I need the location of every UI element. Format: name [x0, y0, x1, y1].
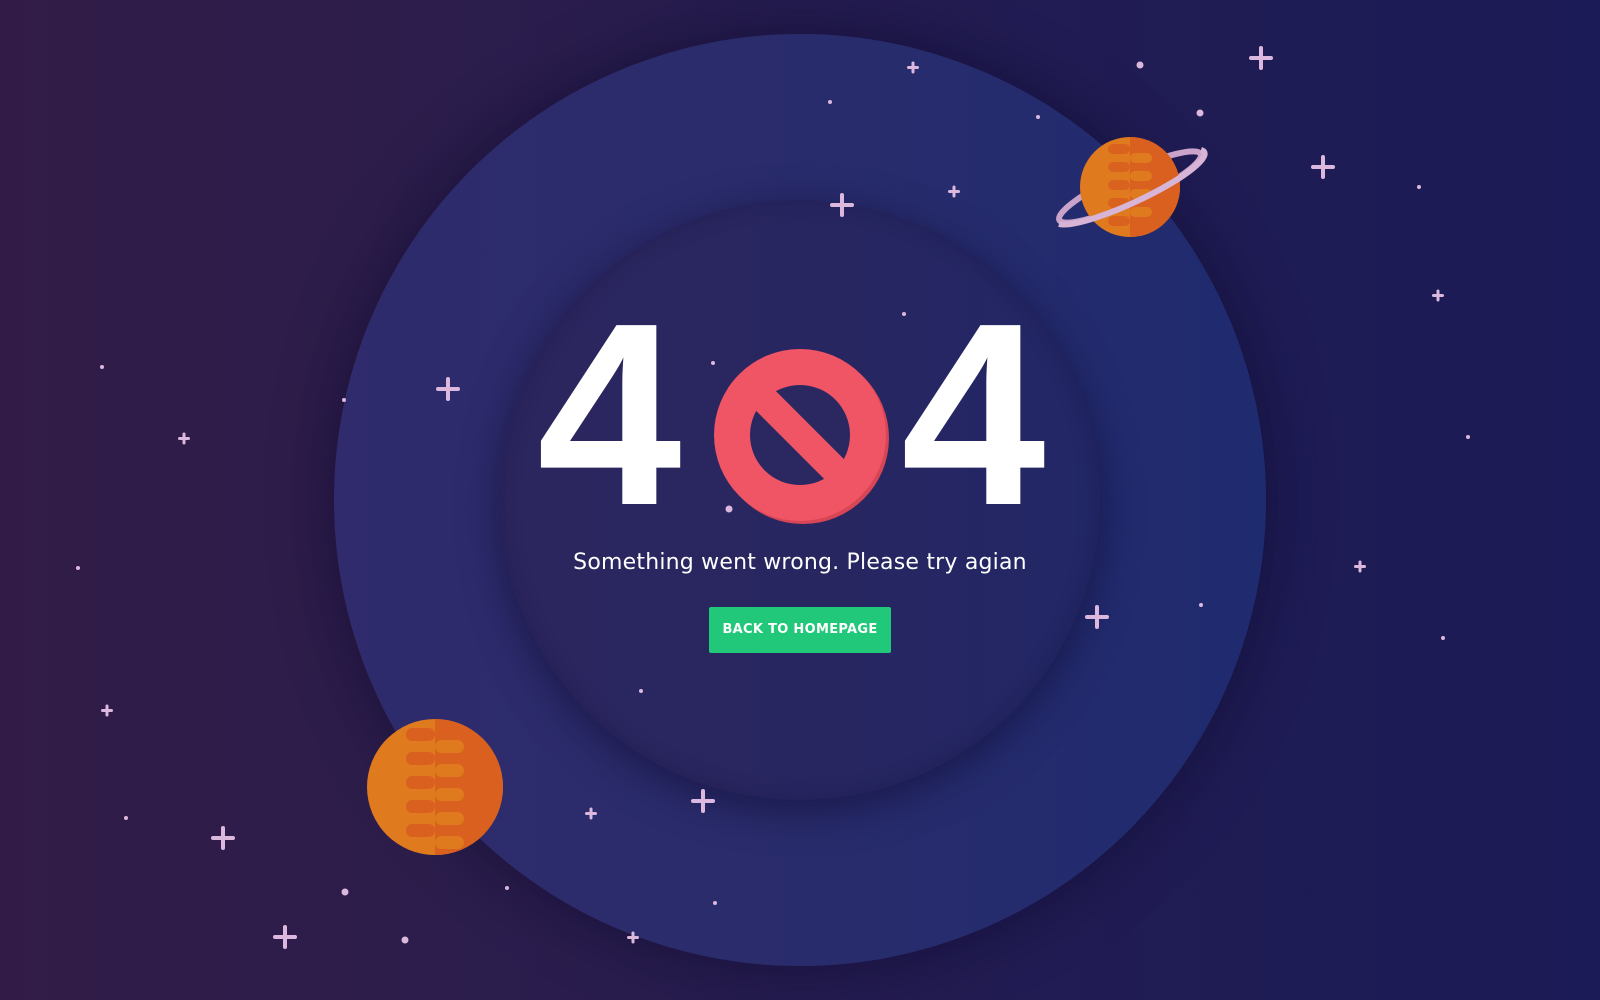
- sparkle-star-icon: [273, 925, 297, 949]
- error-digit-right: 4: [901, 270, 1046, 560]
- sparkle-star-icon: [178, 432, 190, 445]
- planet-icon: [367, 719, 503, 855]
- sparkle-star-icon: [101, 704, 113, 717]
- sparkle-star-icon: [1249, 46, 1273, 70]
- sparkle-star-icon: [211, 826, 235, 850]
- saturn-planet-icon: [1056, 137, 1208, 237]
- prohibited-icon: [714, 349, 889, 524]
- sparkle-star-icon: [1311, 155, 1335, 179]
- sparkle-star-icon: [1432, 289, 1444, 302]
- sparkle-star-icon: [1354, 560, 1366, 573]
- error-content: 4 4 Something went wrong. Please try agi…: [500, 270, 1100, 653]
- error-code: 4 4: [500, 270, 1100, 560]
- back-to-homepage-button[interactable]: BACK TO HOMEPAGE: [709, 607, 891, 653]
- error-404-page: 4 4 Something went wrong. Please try agi…: [0, 0, 1600, 1000]
- error-digit-left: 4: [537, 270, 682, 560]
